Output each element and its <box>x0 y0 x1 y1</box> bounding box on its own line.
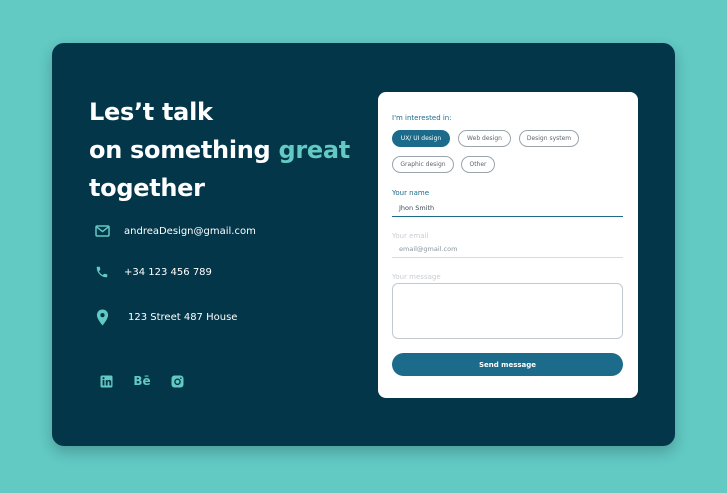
send-message-button[interactable]: Send message <box>392 353 623 376</box>
contact-address[interactable]: 123 Street 487 House <box>94 309 237 325</box>
address-text: 123 Street 487 House <box>128 311 238 323</box>
instagram-icon[interactable] <box>169 373 185 389</box>
phone-text: +34 123 456 789 <box>124 266 212 278</box>
message-label: Your message <box>392 273 441 281</box>
contact-email[interactable]: andreaDesign@gmail.com <box>94 223 256 239</box>
linkedin-icon[interactable] <box>98 373 114 389</box>
headline-line3: together <box>89 174 205 202</box>
email-label: Your email <box>392 232 429 240</box>
mail-icon <box>94 223 110 239</box>
behance-icon[interactable]: Bē <box>132 373 152 389</box>
location-pin-icon <box>94 309 110 325</box>
phone-icon <box>94 264 110 280</box>
name-input[interactable]: Jhon Smith <box>392 200 623 217</box>
chip-design-system[interactable]: Design system <box>519 130 579 147</box>
chip-graphic-design[interactable]: Graphic design <box>392 156 454 173</box>
contact-phone[interactable]: +34 123 456 789 <box>94 264 212 280</box>
email-input[interactable]: email@gmail.com <box>392 241 623 258</box>
message-textarea[interactable] <box>392 283 623 339</box>
name-label: Your name <box>392 189 430 197</box>
headline-line1: Les’t talk <box>89 98 213 126</box>
email-text: andreaDesign@gmail.com <box>124 225 256 237</box>
headline: Les’t talk on something great together <box>89 93 350 207</box>
chip-web-design[interactable]: Web design <box>458 130 511 147</box>
interest-label: I'm interested in: <box>392 114 452 122</box>
headline-accent: great <box>278 136 351 164</box>
chip-other[interactable]: Other <box>461 156 495 173</box>
contact-card: Les’t talk on something great together a… <box>52 43 675 446</box>
contact-form: I'm interested in: UX/ UI design Web des… <box>378 92 638 398</box>
headline-line2-prefix: on something <box>89 136 279 164</box>
chip-ux-ui-design[interactable]: UX/ UI design <box>392 130 450 147</box>
